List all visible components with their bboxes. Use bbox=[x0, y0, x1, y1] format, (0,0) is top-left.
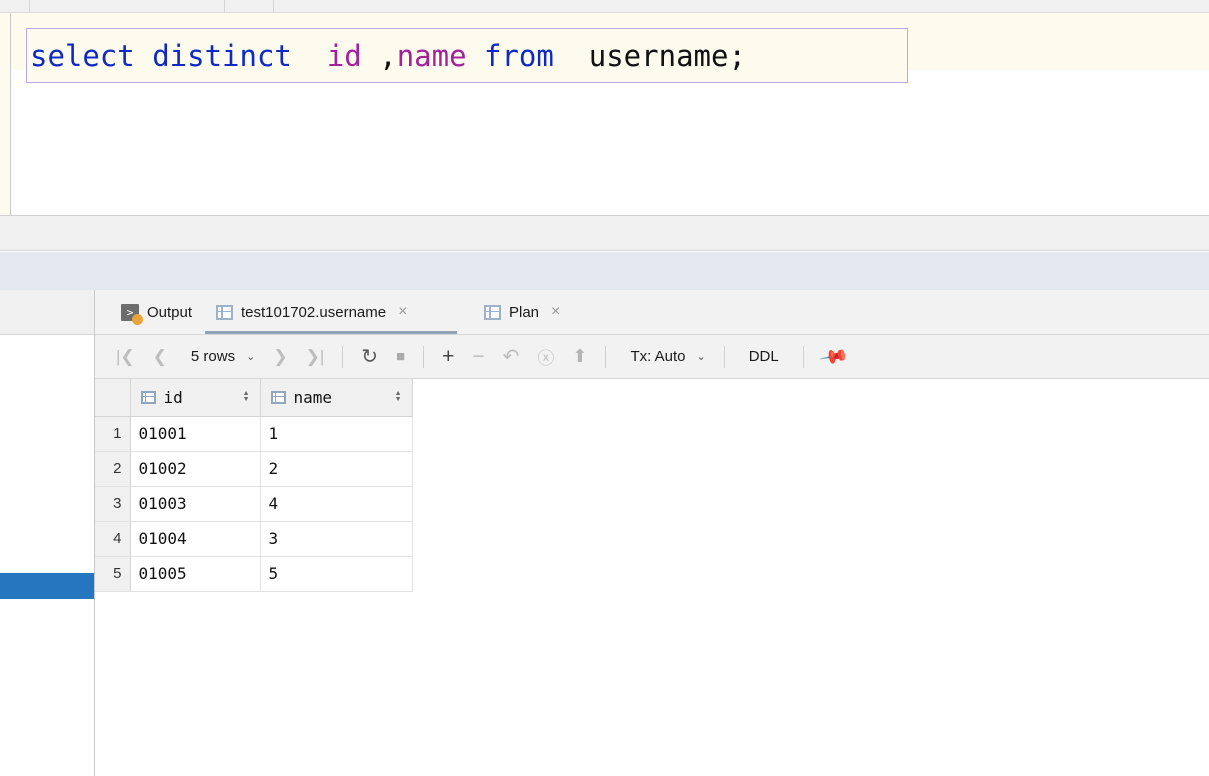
row-number: 5 bbox=[95, 556, 131, 592]
sql-token-keyword: select distinct bbox=[30, 39, 292, 73]
ddl-button[interactable]: DDL bbox=[734, 335, 794, 379]
result-grid[interactable]: id ▲ ▼ name ▲ ▼ 1 01001 1 2 01002 2 3 01003 4 4 0100… bbox=[95, 379, 413, 592]
toolbar-separator bbox=[723, 345, 725, 368]
cell-id[interactable]: 01001 bbox=[130, 416, 261, 452]
toolbar-separator bbox=[605, 345, 607, 368]
ddl-label: DDL bbox=[748, 348, 779, 365]
last-page-button[interactable]: ❯| bbox=[297, 335, 334, 379]
cell-name[interactable]: 5 bbox=[260, 556, 413, 592]
sql-editor[interactable]: select distinct id ,name from username; bbox=[0, 13, 1209, 216]
editor-gutter bbox=[0, 13, 10, 216]
cell-id[interactable]: 01004 bbox=[130, 521, 261, 557]
next-page-button[interactable]: ❯ bbox=[264, 335, 296, 379]
sql-token-column: name bbox=[396, 39, 467, 73]
toolbar-separator bbox=[224, 0, 225, 13]
column-header-id-label: id bbox=[163, 387, 183, 407]
sql-token-table: username bbox=[588, 39, 729, 73]
results-header-band bbox=[0, 252, 1209, 290]
sql-token-keyword: from bbox=[484, 39, 554, 73]
sql-token-plain bbox=[292, 39, 327, 73]
row-count-label: 5 rows bbox=[190, 348, 236, 365]
cell-name[interactable]: 4 bbox=[260, 486, 413, 522]
top-toolbar-strip bbox=[0, 0, 1209, 13]
cell-id[interactable]: 01005 bbox=[130, 556, 261, 592]
row-number-header bbox=[95, 379, 131, 417]
toolbar-separator bbox=[802, 345, 804, 368]
result-table: id ▲ ▼ name ▲ ▼ 1 01001 1 2 01002 2 3 01003 4 4 0100… bbox=[95, 379, 413, 592]
row-number: 3 bbox=[95, 486, 131, 522]
sort-indicator-icon[interactable]: ▲ ▼ bbox=[243, 390, 250, 403]
cell-id[interactable]: 01002 bbox=[130, 451, 261, 487]
upload-icon[interactable]: ⬆ bbox=[563, 335, 596, 379]
side-panel-body[interactable] bbox=[0, 335, 95, 776]
column-icon bbox=[270, 390, 286, 404]
tab-output[interactable]: > Output bbox=[115, 290, 198, 334]
tab-result-username-label: test101702.username bbox=[241, 303, 387, 321]
stop-icon[interactable]: ■ bbox=[387, 335, 414, 379]
sql-token-punct: , bbox=[379, 39, 397, 73]
revert-icon[interactable]: ↶ bbox=[494, 335, 529, 379]
tx-mode-label: Tx: Auto bbox=[630, 348, 686, 365]
tab-output-label: Output bbox=[147, 303, 193, 321]
table-row[interactable]: 4 01004 3 bbox=[95, 521, 413, 557]
add-row-button[interactable]: + bbox=[433, 335, 463, 379]
tab-plan-label: Plan bbox=[509, 303, 540, 321]
table-row[interactable]: 1 01001 1 bbox=[95, 416, 413, 452]
table-row[interactable]: 5 01005 5 bbox=[95, 556, 413, 592]
pin-icon[interactable]: 📌 bbox=[813, 335, 855, 379]
chevron-down-icon: ⌄ bbox=[246, 351, 256, 363]
table-row[interactable]: 3 01003 4 bbox=[95, 486, 413, 522]
column-header-name[interactable]: name ▲ ▼ bbox=[260, 379, 413, 417]
results-toolbar: |❮ ❮ 5 rows ⌄ ❯ ❯| ↻ ■ + − ↶ ⓧ ⬆ Tx: Aut… bbox=[95, 335, 1209, 379]
remove-row-button[interactable]: − bbox=[463, 335, 493, 379]
row-number: 2 bbox=[95, 451, 131, 487]
close-icon[interactable]: × bbox=[398, 304, 407, 320]
cell-name[interactable]: 2 bbox=[260, 451, 413, 487]
table-grid-icon bbox=[216, 304, 233, 320]
close-icon[interactable]: × bbox=[551, 304, 560, 320]
first-page-button[interactable]: |❮ bbox=[107, 335, 144, 379]
sql-token-plain bbox=[362, 39, 379, 73]
column-icon bbox=[140, 390, 156, 404]
sort-indicator-icon[interactable]: ▲ ▼ bbox=[395, 390, 402, 403]
table-header-row: id ▲ ▼ name ▲ ▼ bbox=[95, 379, 413, 417]
table-row[interactable]: 2 01002 2 bbox=[95, 451, 413, 487]
sql-token-plain bbox=[467, 39, 484, 73]
toolbar-separator bbox=[29, 0, 30, 13]
cell-name[interactable]: 3 bbox=[260, 521, 413, 557]
sql-token-column: id bbox=[326, 39, 362, 73]
chevron-down-icon: ⌄ bbox=[696, 351, 706, 363]
toolbar-separator bbox=[423, 345, 425, 368]
column-header-name-label: name bbox=[293, 387, 333, 407]
table-grid-icon bbox=[484, 304, 501, 320]
sql-statement-text[interactable]: select distinct id ,name from username; bbox=[30, 33, 746, 79]
tab-result-username[interactable]: test101702.username × bbox=[205, 290, 457, 334]
row-number: 4 bbox=[95, 521, 131, 557]
side-panel-header bbox=[0, 290, 95, 335]
editor-gutter-divider bbox=[10, 13, 11, 216]
column-header-id[interactable]: id ▲ ▼ bbox=[130, 379, 261, 417]
row-number: 1 bbox=[95, 416, 131, 452]
tab-plan[interactable]: Plan × bbox=[478, 290, 566, 334]
toolbar-separator bbox=[342, 345, 344, 368]
tx-mode-dropdown[interactable]: Tx: Auto ⌄ bbox=[615, 335, 714, 379]
submit-icon[interactable]: ⓧ bbox=[528, 335, 563, 379]
sql-statement-terminator: ; bbox=[728, 39, 746, 73]
side-panel-selected-item[interactable] bbox=[0, 573, 94, 599]
prev-page-button[interactable]: ❮ bbox=[144, 335, 176, 379]
reload-icon[interactable]: ↻ bbox=[352, 335, 387, 379]
toolbar-separator bbox=[273, 0, 274, 13]
app-window: select distinct id ,name from username; … bbox=[0, 0, 1209, 776]
row-count-dropdown[interactable]: 5 rows ⌄ bbox=[176, 335, 264, 379]
cell-id[interactable]: 01003 bbox=[130, 486, 261, 522]
editor-status-band bbox=[0, 216, 1209, 251]
sql-token-plain bbox=[554, 39, 589, 73]
results-tab-bar: > Output test101702.username × Plan × bbox=[95, 290, 1209, 335]
console-output-icon: > bbox=[121, 303, 143, 325]
cell-name[interactable]: 1 bbox=[260, 416, 413, 452]
